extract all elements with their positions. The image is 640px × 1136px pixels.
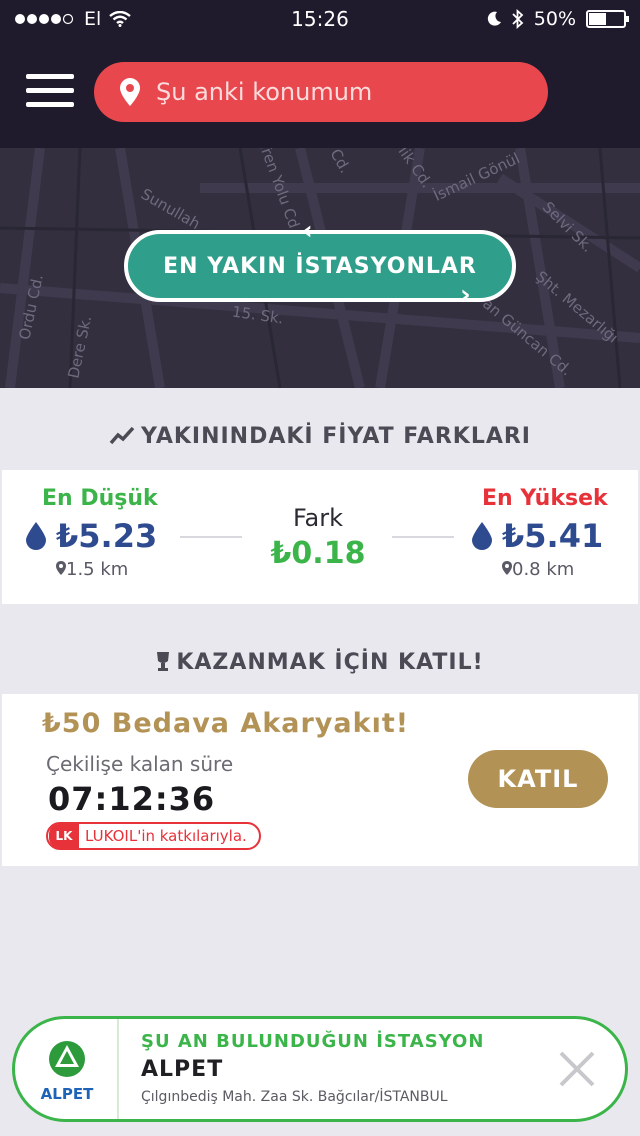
battery-percent: 50% — [533, 8, 576, 30]
highest-price: En Yüksek ₺5.41 0.8 km — [472, 486, 608, 580]
map-view[interactable]: Tren Yolu Cd. Sunullah Ordu Cd. Dere Sk.… — [0, 148, 640, 388]
price-diff-title: YAKININDAKİ FİYAT FARKLARI — [0, 424, 640, 449]
lowest-price: En Düşük ₺5.23 1.5 km — [26, 486, 158, 580]
app-header — [0, 38, 640, 148]
location-input[interactable] — [156, 78, 526, 106]
promo-subtitle: Çekilişe kalan süre — [46, 752, 234, 776]
lowest-price-value: ₺5.23 — [56, 517, 158, 555]
join-button[interactable]: KATIL — [468, 750, 608, 808]
highest-price-value: ₺5.41 — [502, 517, 604, 555]
menu-icon[interactable] — [26, 74, 74, 108]
promo-section-title-text: KAZANMAK İÇİN KATIL! — [176, 650, 484, 675]
trophy-icon — [157, 652, 170, 671]
status-bar: El 15:26 50% — [0, 0, 640, 38]
promo-card: ₺50 Bedava Akaryakıt! Çekilişe kalan sür… — [2, 694, 638, 866]
location-pin-icon — [120, 78, 140, 106]
promo-section-title: KAZANMAK İÇİN KATIL! — [0, 650, 640, 675]
pin-icon — [502, 561, 512, 575]
fuel-drop-icon — [472, 522, 492, 550]
price-diff-title-text: YAKININDAKİ FİYAT FARKLARI — [141, 424, 531, 449]
location-search[interactable] — [94, 62, 548, 122]
close-icon[interactable] — [555, 1047, 599, 1091]
sponsor-badge: LK LUKOIL'in katkılarıyla. — [46, 822, 261, 850]
refresh-arrow-icon: ‹ — [302, 216, 313, 246]
moon-icon — [487, 11, 501, 26]
countdown-timer: 07:12:36 — [48, 780, 216, 818]
difference-label: Fark — [292, 504, 344, 532]
lowest-label: En Düşük — [42, 486, 158, 511]
price-diff-card: En Düşük ₺5.23 1.5 km Fark ₺0.18 En Yüks… — [2, 470, 638, 604]
lukoil-logo: LK — [49, 824, 79, 848]
highest-label: En Yüksek — [482, 486, 608, 511]
difference-value: ₺0.18 — [270, 536, 366, 571]
alpet-logo-text: ALPET — [41, 1085, 94, 1103]
station-address: Çılgınbediş Mah. Zaa Sk. Bağcılar/İSTANB… — [141, 1089, 448, 1105]
station-name: ALPET — [141, 1057, 224, 1082]
right-arrow-line — [392, 536, 454, 538]
status-right: 50% — [486, 8, 629, 30]
highest-distance: 0.8 km — [472, 559, 608, 580]
fuel-drop-icon — [26, 522, 46, 550]
lowest-distance: 1.5 km — [26, 559, 158, 580]
current-station-bar[interactable]: ALPET ŞU AN BULUNDUĞUN İSTASYON ALPET Çı… — [12, 1016, 628, 1122]
promo-title: ₺50 Bedava Akaryakıt! — [42, 708, 410, 739]
sponsor-text: LUKOIL'in katkılarıyla. — [85, 827, 247, 845]
left-arrow-line — [180, 536, 242, 538]
alpet-logo: ALPET — [15, 1019, 119, 1119]
bluetooth-icon — [512, 9, 524, 29]
station-heading: ŞU AN BULUNDUĞUN İSTASYON — [141, 1031, 485, 1052]
trend-icon — [109, 426, 135, 445]
lowest-distance-text: 1.5 km — [66, 559, 129, 580]
pin-icon — [56, 561, 66, 575]
battery-icon — [586, 10, 629, 28]
alpet-logo-icon: ALPET — [41, 1041, 94, 1103]
price-difference: Fark ₺0.18 — [248, 486, 388, 571]
refresh-arrow-icon: › — [460, 280, 471, 310]
highest-distance-text: 0.8 km — [512, 559, 575, 580]
nearest-stations-label: EN YAKIN İSTASYONLAR — [163, 253, 477, 279]
nearest-stations-button[interactable]: EN YAKIN İSTASYONLAR — [124, 230, 516, 302]
